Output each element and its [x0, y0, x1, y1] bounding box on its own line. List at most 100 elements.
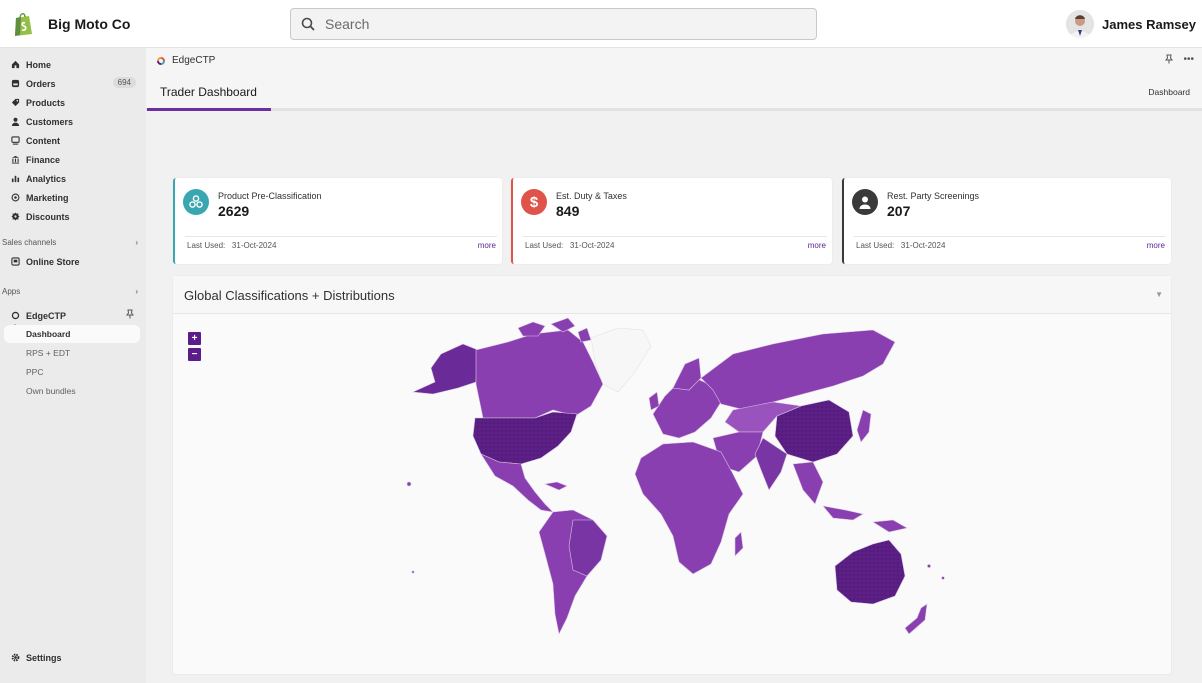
region-madagascar[interactable]: [734, 531, 744, 557]
region-caribbean[interactable]: [543, 481, 568, 491]
sidebar-item-label: Analytics: [26, 173, 67, 184]
active-tab-indicator: [147, 108, 271, 111]
sidebar-item-content[interactable]: Content: [4, 131, 140, 150]
card-title: Est. Duty & Taxes: [556, 191, 627, 201]
discount-icon: [10, 212, 20, 222]
region-hawaii[interactable]: [406, 481, 412, 487]
sidebar-item-orders[interactable]: Orders 694: [4, 74, 140, 93]
last-used-date: 31-Oct-2024: [569, 241, 615, 250]
sidebar-item-marketing[interactable]: Marketing: [4, 188, 140, 207]
search-input[interactable]: [325, 16, 785, 32]
card-title: Product Pre-Classification: [218, 191, 322, 201]
sidebar-item-label: Settings: [26, 652, 62, 663]
page-header: Trader Dashboard Dashboard: [146, 73, 1202, 111]
more-link[interactable]: more: [808, 241, 826, 250]
shopify-bag-icon: [15, 13, 32, 36]
sidebar-item-label: Finance: [26, 154, 61, 165]
avatar: [1066, 10, 1095, 38]
sidebar-item-settings[interactable]: Settings: [4, 648, 140, 667]
region-pacific-island[interactable]: [941, 576, 945, 580]
brand[interactable]: Big Moto Co: [12, 9, 130, 39]
sidebar-item-home[interactable]: Home: [4, 55, 140, 74]
map-panel: Global Classifications + Distributions ▼…: [173, 276, 1171, 674]
sidebar-subitem-own-bundles[interactable]: Own bundles: [4, 382, 140, 400]
page-title[interactable]: Trader Dashboard: [160, 85, 257, 99]
sales-channels-label: Sales channels: [2, 238, 57, 247]
region-australia[interactable]: [834, 539, 906, 605]
home-icon: [10, 60, 20, 70]
region-russia[interactable]: [700, 329, 896, 411]
last-used: Last Used: 31-Oct-2024: [525, 241, 614, 250]
classification-icon: [183, 189, 209, 215]
sidebar-item-label: Content: [26, 135, 60, 146]
breadcrumb[interactable]: Dashboard: [1148, 87, 1190, 97]
sidebar-item-finance[interactable]: Finance: [4, 150, 140, 169]
dollar-icon: $: [521, 189, 547, 215]
store-icon: [10, 257, 20, 267]
sidebar-subitem-rps-edt[interactable]: RPS + EDT: [4, 344, 140, 362]
sidebar-subitem-ppc[interactable]: PPC: [4, 363, 140, 381]
sidebar-item-label: Home: [26, 59, 52, 70]
orders-icon: [10, 79, 20, 89]
map-title: Global Classifications + Distributions: [184, 288, 395, 303]
region-brazil[interactable]: [568, 519, 608, 577]
region-usa[interactable]: [472, 411, 578, 465]
apps-header[interactable]: Apps ›: [2, 287, 138, 296]
stat-card-party-screenings: Rest. Party Screenings 207 Last Used: 31…: [842, 178, 1171, 264]
pin-icon[interactable]: [126, 309, 134, 321]
sidebar-item-label: Discounts: [26, 211, 70, 222]
region-alaska[interactable]: [411, 343, 479, 395]
map-panel-header[interactable]: Global Classifications + Distributions ▼: [173, 276, 1171, 314]
region-atlantic-island[interactable]: [411, 570, 415, 574]
region-new-zealand[interactable]: [904, 603, 928, 635]
sidebar-item-label: Products: [26, 97, 66, 108]
region-japan[interactable]: [856, 409, 872, 443]
sales-channels-header[interactable]: Sales channels ›: [2, 238, 138, 247]
orders-count-badge: 694: [112, 77, 136, 88]
sidebar-item-discounts[interactable]: Discounts: [4, 207, 140, 226]
sidebar-item-analytics[interactable]: Analytics: [4, 169, 140, 188]
last-used-label: Last Used:: [856, 241, 895, 250]
sidebar-subitem-dashboard[interactable]: Dashboard: [4, 325, 140, 343]
chevron-right-icon: ›: [135, 287, 138, 296]
region-indonesia[interactable]: [872, 519, 908, 533]
last-used-date: 31-Oct-2024: [231, 241, 277, 250]
sidebar-item-label: Marketing: [26, 192, 69, 203]
divider: [854, 236, 1166, 237]
bar-chart-icon: [10, 174, 20, 184]
tag-icon: [10, 98, 20, 108]
store-name: Big Moto Co: [48, 16, 131, 32]
last-used: Last Used: 31-Oct-2024: [856, 241, 945, 250]
region-canada[interactable]: [475, 329, 604, 419]
card-value: 207: [887, 203, 911, 219]
last-used-label: Last Used:: [187, 241, 226, 250]
content-icon: [10, 136, 20, 146]
sidebar: Home Orders 694 Products Customers Conte…: [0, 48, 146, 683]
more-link[interactable]: more: [478, 241, 496, 250]
region-se-asia[interactable]: [792, 461, 864, 521]
sidebar-item-online-store[interactable]: Online Store: [4, 252, 140, 271]
sidebar-item-products[interactable]: Products: [4, 93, 140, 112]
edgectp-logo-icon: [157, 56, 165, 65]
bank-icon: [10, 155, 20, 165]
more-link[interactable]: more: [1147, 241, 1165, 250]
gear-icon: [10, 653, 20, 663]
sidebar-item-customers[interactable]: Customers: [4, 112, 140, 131]
person-icon: [10, 117, 20, 127]
chevron-down-icon[interactable]: ▼: [1155, 290, 1163, 299]
world-map[interactable]: [173, 314, 1171, 672]
search-box[interactable]: [290, 8, 817, 40]
sidebar-item-edgectp[interactable]: EdgeCTP: [4, 306, 140, 325]
pin-icon[interactable]: [1165, 54, 1174, 67]
divider: [185, 236, 497, 237]
user-name: James Ramsey: [1102, 16, 1196, 32]
user-menu[interactable]: James Ramsey: [1066, 8, 1196, 40]
app-name: EdgeCTP: [172, 55, 216, 66]
app-title-strip: EdgeCTP •••: [146, 48, 1202, 73]
app-icon: [10, 311, 20, 321]
region-pacific-island[interactable]: [927, 564, 931, 568]
sidebar-item-label: EdgeCTP: [26, 310, 67, 321]
chevron-right-icon: ›: [135, 238, 138, 247]
more-options-icon[interactable]: •••: [1183, 54, 1194, 67]
last-used: Last Used: 31-Oct-2024: [187, 241, 276, 250]
